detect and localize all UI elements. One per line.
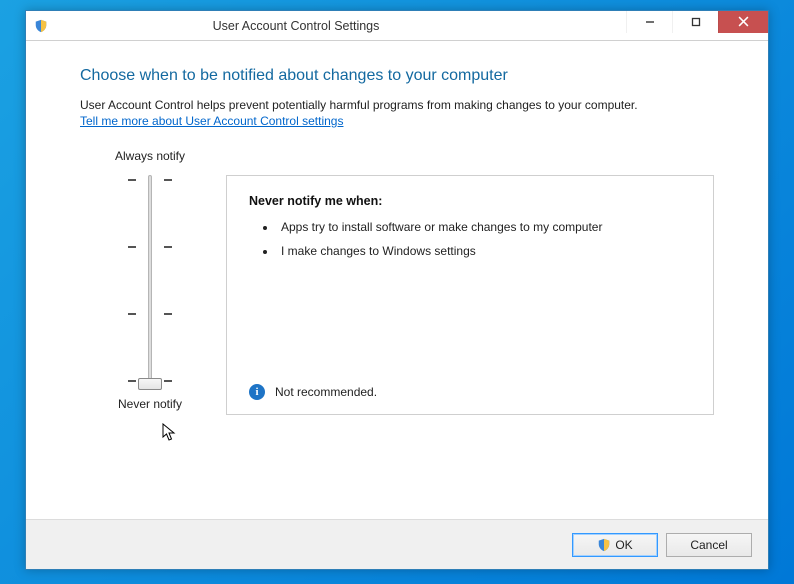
slider-label-always: Always notify	[80, 149, 220, 163]
cancel-button-label: Cancel	[690, 538, 727, 552]
panel-title: Never notify me when:	[249, 194, 691, 208]
notification-slider: Always notify Never notify	[80, 149, 220, 411]
content-area: Choose when to be notified about changes…	[26, 41, 768, 519]
notification-description-panel: Never notify me when: Apps try to instal…	[226, 175, 714, 415]
maximize-button[interactable]	[672, 11, 718, 33]
titlebar[interactable]: User Account Control Settings	[26, 11, 768, 41]
shield-icon	[597, 538, 611, 552]
description-text: User Account Control helps prevent poten…	[80, 98, 638, 112]
window-title: User Account Control Settings	[0, 19, 626, 33]
close-button[interactable]	[718, 11, 768, 33]
slider-thumb[interactable]	[138, 378, 162, 390]
page-heading: Choose when to be notified about changes…	[80, 67, 714, 85]
panel-item: I make changes to Windows settings	[277, 244, 691, 258]
minimize-button[interactable]	[626, 11, 672, 33]
learn-more-link[interactable]: Tell me more about User Account Control …	[80, 113, 343, 129]
page-description: User Account Control helps prevent poten…	[80, 97, 714, 129]
panel-item: Apps try to install software or make cha…	[277, 220, 691, 234]
cancel-button[interactable]: Cancel	[666, 533, 752, 557]
panel-footer-text: Not recommended.	[275, 385, 377, 399]
panel-item-list: Apps try to install software or make cha…	[249, 220, 691, 268]
slider-track[interactable]	[80, 175, 220, 385]
info-icon: i	[249, 384, 265, 400]
uac-settings-window: User Account Control Settings Choose whe…	[25, 10, 769, 570]
slider-area: Always notify Never notify Never notify …	[80, 149, 714, 415]
window-controls	[626, 11, 768, 33]
panel-footer: i Not recommended.	[249, 374, 691, 400]
slider-label-never: Never notify	[80, 397, 220, 411]
ok-button-label: OK	[615, 538, 632, 552]
dialog-footer: OK Cancel	[26, 519, 768, 569]
ok-button[interactable]: OK	[572, 533, 658, 557]
